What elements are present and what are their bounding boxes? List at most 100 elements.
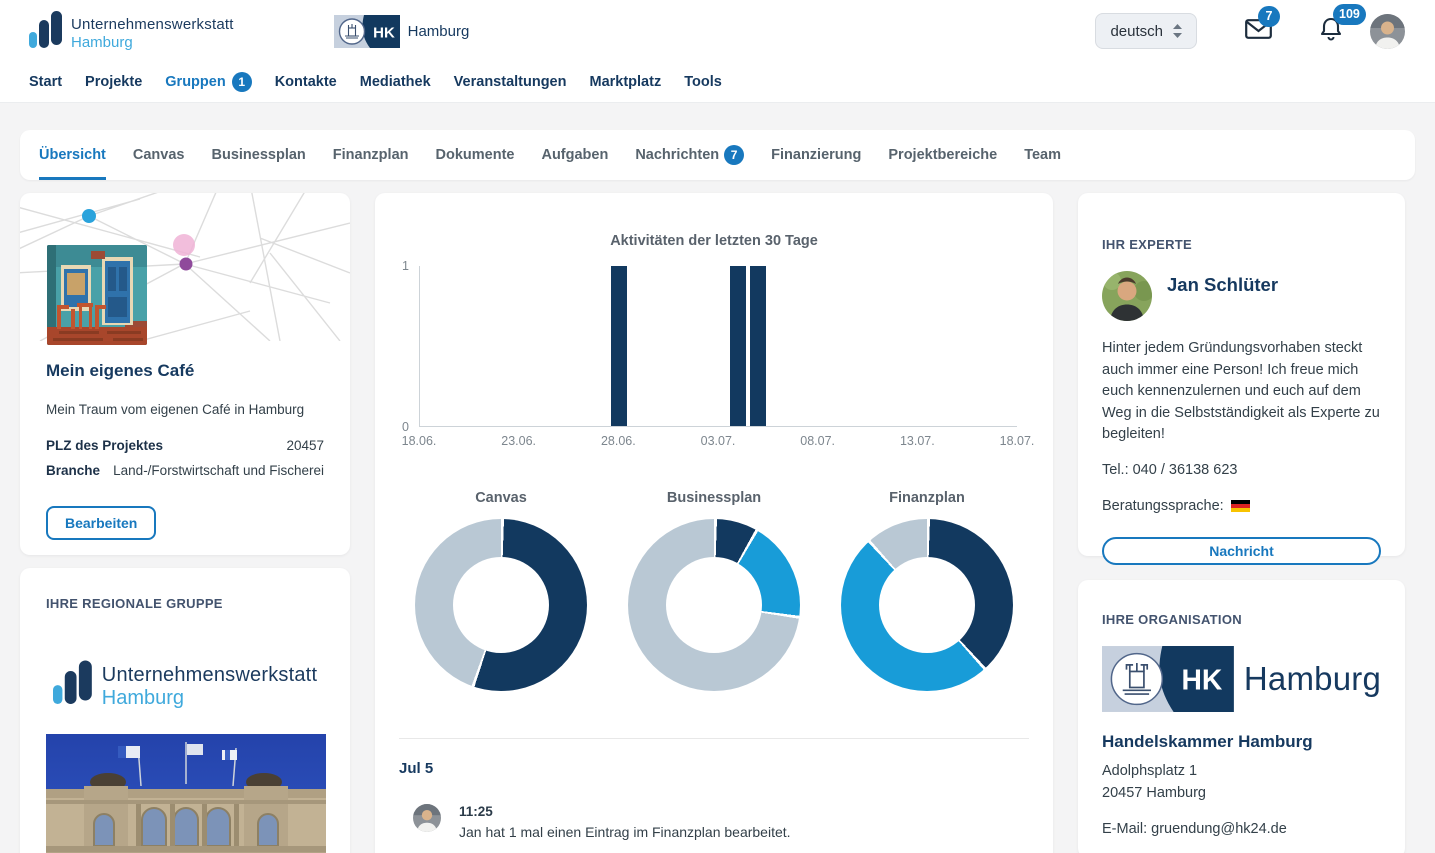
nav-item-start[interactable]: Start <box>29 74 62 90</box>
nav-item-veranstaltungen[interactable]: Veranstaltungen <box>454 74 567 90</box>
donut-chart <box>628 519 800 691</box>
organisation-address-line2: 20457 Hamburg <box>1102 782 1381 804</box>
regional-group-card: IHRE REGIONALE GRUPPE Unternehmenswerkst… <box>20 568 350 853</box>
project-title: Mein eigenes Café <box>46 361 324 381</box>
organisation-name: Handelskammer Hamburg <box>1102 732 1381 752</box>
x-axis-label: 13.07. <box>900 434 935 448</box>
group-building-image <box>46 734 326 853</box>
tab-label: Aufgaben <box>541 147 608 163</box>
project-description: Mein Traum vom eigenen Café in Hamburg <box>46 402 324 417</box>
tab-finanzierung[interactable]: Finanzierung <box>771 130 861 180</box>
activity-bar-chart: 1 0 <box>419 266 1017 427</box>
nav-item-gruppen[interactable]: Gruppen 1 <box>165 72 251 92</box>
tab-businessplan[interactable]: Businessplan <box>211 130 305 180</box>
notifications-badge: 109 <box>1333 4 1366 25</box>
organisation-card: IHRE ORGANISATION HK Hamburg Handelsk <box>1078 580 1405 853</box>
brand-logo[interactable]: Unternehmenswerkstatt Hamburg <box>29 11 234 51</box>
tab-nachrichten[interactable]: Nachrichten 7 <box>635 130 744 180</box>
tab-übersicht[interactable]: Übersicht <box>39 130 106 180</box>
activity-bar-04.07. <box>730 266 746 426</box>
message-expert-button[interactable]: Nachricht <box>1102 537 1381 565</box>
nav-item-label: Projekte <box>85 74 142 90</box>
tab-label: Canvas <box>133 147 185 163</box>
tab-finanzplan[interactable]: Finanzplan <box>333 130 409 180</box>
messages-button[interactable]: 7 <box>1245 19 1272 44</box>
x-axis-label: 08.07. <box>800 434 835 448</box>
german-flag-icon <box>1231 500 1250 512</box>
organisation-email: E-Mail: gruendung@hk24.de <box>1102 821 1381 837</box>
select-arrows-icon <box>1173 24 1182 38</box>
x-axis-labels: 18.06.23.06.28.06.03.07.08.07.13.07.18.0… <box>419 434 1017 450</box>
expert-name: Jan Schlüter <box>1167 274 1278 296</box>
tab-canvas[interactable]: Canvas <box>133 130 185 180</box>
nav-item-projekte[interactable]: Projekte <box>85 74 142 90</box>
organisation-address-line1: Adolphsplatz 1 <box>1102 760 1381 782</box>
tab-aufgaben[interactable]: Aufgaben <box>541 130 608 180</box>
notifications-button[interactable]: 109 <box>1320 17 1342 46</box>
hk-logo-large-icon: HK <box>1102 644 1234 714</box>
activity-card: Aktivitäten der letzten 30 Tage 1 0 18.0… <box>375 193 1053 853</box>
x-axis-label: 28.06. <box>601 434 636 448</box>
x-axis-label: 03.07. <box>701 434 736 448</box>
consultation-language-label: Beratungssprache: <box>1102 498 1224 514</box>
project-plz-value: 20457 <box>286 438 324 453</box>
tab-label: Nachrichten <box>635 147 719 163</box>
project-plz-label: PLZ des Projektes <box>46 438 163 453</box>
group-logo-bars-icon <box>53 658 93 710</box>
nav-item-badge: 1 <box>232 72 252 92</box>
nav-item-marktplatz[interactable]: Marktplatz <box>589 74 661 90</box>
app-header: Unternehmenswerkstatt Hamburg HK Hamburg… <box>0 0 1435 103</box>
timeline-entries: 11:25 Jan hat 1 mal einen Eintrag im Fina… <box>375 804 1053 840</box>
timeline-entry-avatar <box>413 804 441 832</box>
tab-label: Dokumente <box>436 147 515 163</box>
nav-item-mediathek[interactable]: Mediathek <box>360 74 431 90</box>
user-avatar[interactable] <box>1370 14 1405 49</box>
timeline-entry-time: 11:25 <box>459 804 791 819</box>
y-axis-tick-0: 0 <box>402 420 409 434</box>
nav-item-label: Start <box>29 74 62 90</box>
partner-logo-hk[interactable]: HK Hamburg <box>334 15 470 48</box>
activity-bar-05.07. <box>750 266 766 426</box>
tab-dokumente[interactable]: Dokumente <box>436 130 515 180</box>
tab-label: Finanzierung <box>771 147 861 163</box>
language-select[interactable]: deutsch <box>1095 13 1197 49</box>
tab-label: Businessplan <box>211 147 305 163</box>
tab-label: Übersicht <box>39 147 106 163</box>
brand-bars-icon <box>29 11 63 51</box>
activity-chart-title: Aktivitäten der letzten 30 Tage <box>375 233 1053 249</box>
project-tabbar: Übersicht Canvas Businessplan Finanzplan Dok… <box>20 130 1415 180</box>
organisation-logo-city: Hamburg <box>1244 660 1381 698</box>
expert-bio: Hinter jedem Gründungsvorhaben steckt au… <box>1102 338 1381 446</box>
donut-finanzplan: Finanzplan <box>841 490 1013 691</box>
tab-projektbereiche[interactable]: Projektbereiche <box>888 130 997 180</box>
x-axis-label: 18.07. <box>1000 434 1035 448</box>
tab-label: Projektbereiche <box>888 147 997 163</box>
tab-label: Team <box>1024 147 1061 163</box>
donut-canvas: Canvas <box>415 490 587 691</box>
tab-badge: 7 <box>724 145 744 165</box>
user-avatar-image <box>1370 14 1405 49</box>
x-axis-label: 18.06. <box>402 434 437 448</box>
edit-project-button[interactable]: Bearbeiten <box>46 506 156 540</box>
nav-item-label: Marktplatz <box>589 74 661 90</box>
donut-businessplan: Businessplan <box>628 490 800 691</box>
nav-item-label: Tools <box>684 74 722 90</box>
expert-card: IHR EXPERTE Jan Schlüter Hinter jedem Gr… <box>1078 193 1405 556</box>
nav-item-tools[interactable]: Tools <box>684 74 722 90</box>
mail-badge: 7 <box>1258 6 1280 27</box>
main-nav: Start Projekte Gruppen 1 Kontakte Mediathek Ve… <box>29 62 1405 102</box>
donut-chart <box>415 519 587 691</box>
timeline-divider <box>399 738 1029 739</box>
donut-label: Canvas <box>415 490 587 506</box>
project-branche-value: Land-/Forstwirtschaft und Fischerei <box>113 463 324 478</box>
nav-item-kontakte[interactable]: Kontakte <box>275 74 337 90</box>
project-card: Mein eigenes Café Mein Traum vom eigenen… <box>20 193 350 555</box>
y-axis-tick-1: 1 <box>402 259 409 273</box>
nav-item-label: Veranstaltungen <box>454 74 567 90</box>
timeline-entry: 11:25 Jan hat 1 mal einen Eintrag im Fina… <box>413 804 1053 840</box>
nav-item-label: Gruppen <box>165 74 225 90</box>
activity-bar-28.06. <box>611 266 627 426</box>
timeline-entry-text: Jan hat 1 mal einen Eintrag im Finanzpla… <box>459 824 791 840</box>
tab-team[interactable]: Team <box>1024 130 1061 180</box>
svg-text:HK: HK <box>373 24 395 41</box>
